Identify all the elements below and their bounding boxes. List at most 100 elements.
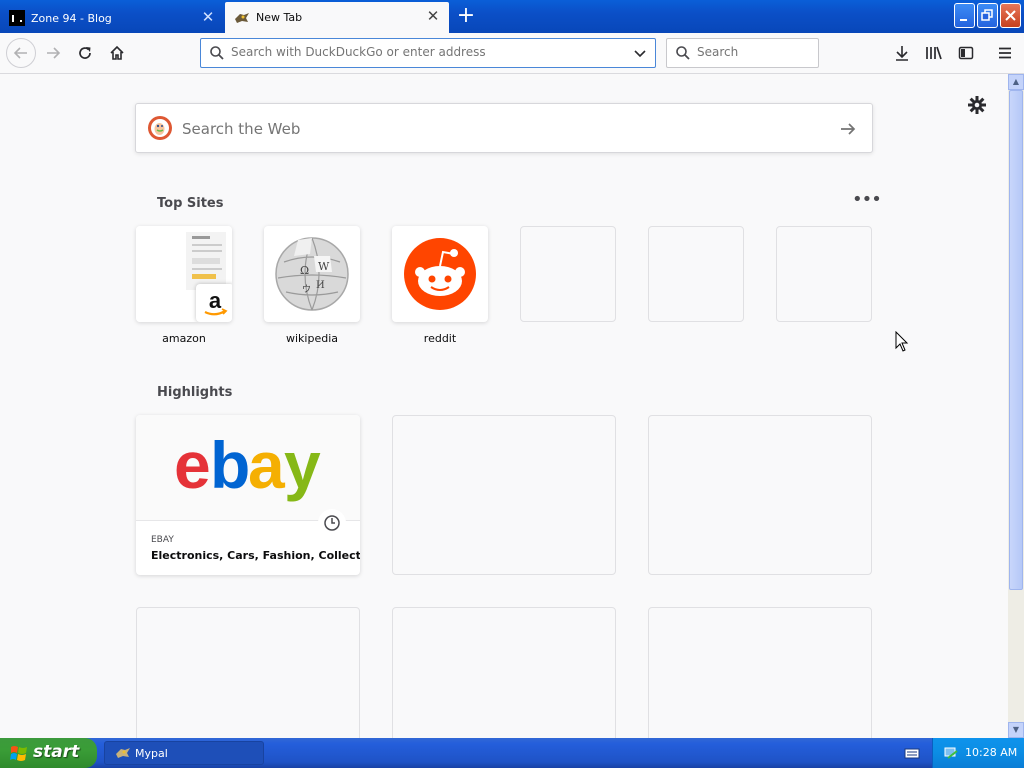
- reddit-logo-icon: [404, 238, 476, 310]
- duckduckgo-logo-icon: [148, 116, 172, 140]
- navigation-toolbar: [0, 33, 1024, 74]
- start-button[interactable]: start: [0, 738, 97, 768]
- highlight-site-name: EBAY: [151, 535, 174, 545]
- page-settings-button[interactable]: [966, 94, 988, 116]
- web-search-box[interactable]: [135, 103, 873, 153]
- forward-button[interactable]: [39, 39, 67, 67]
- wikipedia-globe-icon: Ω W И ウ: [275, 237, 349, 311]
- site-thumbnail[interactable]: a: [136, 226, 232, 322]
- top-sites-heading: Top Sites: [157, 196, 224, 211]
- gear-icon: [968, 96, 986, 114]
- close-tab-icon[interactable]: ✕: [425, 8, 441, 24]
- vertical-scrollbar[interactable]: ▲ ▼: [1008, 74, 1024, 738]
- tab-zone94-blog[interactable]: Zone 94 - Blog ✕: [0, 3, 224, 33]
- amazon-icon: a: [204, 288, 228, 316]
- more-options-icon[interactable]: •••: [852, 191, 882, 210]
- site-thumbnail[interactable]: Ω W И ウ: [264, 226, 360, 322]
- scrollbar-thumb[interactable]: [1009, 90, 1023, 590]
- top-site-amazon[interactable]: a amazon: [136, 226, 232, 345]
- scroll-up-button[interactable]: ▲: [1008, 74, 1024, 90]
- back-arrow-icon: [13, 47, 27, 59]
- svg-text:e: e: [174, 428, 209, 502]
- address-bar[interactable]: [200, 38, 656, 68]
- highlight-preview: e b a y: [136, 415, 360, 521]
- reload-button[interactable]: [71, 39, 99, 67]
- ebay-logo-icon: e b a y: [174, 428, 326, 502]
- highlight-empty-slot: [648, 415, 872, 575]
- keyboard-icon[interactable]: [904, 746, 920, 760]
- arrow-right-icon[interactable]: [838, 119, 858, 139]
- mypal-favicon-icon: [235, 12, 249, 23]
- highlight-empty-slot: [136, 607, 360, 738]
- search-input[interactable]: [697, 45, 807, 59]
- web-search-input[interactable]: [182, 120, 802, 138]
- top-site-empty-slot[interactable]: [520, 226, 616, 322]
- new-tab-page: Top Sites ••• a amazon: [0, 74, 1008, 738]
- forward-arrow-icon: [47, 47, 61, 59]
- empty-site-tile[interactable]: [520, 226, 616, 322]
- search-icon: [210, 46, 224, 60]
- close-icon: [1005, 10, 1016, 21]
- svg-text:a: a: [248, 428, 286, 502]
- mouse-cursor-icon: [895, 331, 909, 352]
- highlight-empty-slot: [392, 415, 616, 575]
- highlight-title: Electronics, Cars, Fashion, Collect...: [151, 549, 360, 562]
- library-button[interactable]: [920, 39, 948, 67]
- top-site-label: reddit: [423, 332, 457, 345]
- start-label: start: [33, 742, 80, 762]
- tab-title: Zone 94 - Blog: [31, 11, 112, 25]
- taskbar: start Mypal 10:28 AM: [0, 738, 1024, 768]
- top-site-empty-slot[interactable]: [776, 226, 872, 322]
- restore-icon: [981, 9, 993, 21]
- zone94-favicon-icon: [9, 10, 25, 26]
- address-input[interactable]: [231, 45, 621, 59]
- restore-button[interactable]: [977, 3, 998, 28]
- svg-text:W: W: [318, 260, 330, 273]
- highlight-card-ebay[interactable]: e b a y EBAY Electronics, Cars, Fashion,…: [136, 415, 360, 575]
- reload-icon: [79, 47, 91, 59]
- clock-icon: [324, 515, 340, 531]
- top-site-wikipedia[interactable]: Ω W И ウ wikipedia: [264, 226, 360, 345]
- highlights-heading: Highlights: [157, 385, 233, 400]
- downloads-button[interactable]: [888, 39, 916, 67]
- download-icon: [896, 46, 908, 61]
- minimize-button[interactable]: [954, 3, 975, 28]
- sidebar-icon: [958, 46, 974, 60]
- new-tab-button[interactable]: +: [454, 4, 478, 28]
- back-button[interactable]: [6, 38, 36, 68]
- scroll-down-button[interactable]: ▼: [1008, 722, 1024, 738]
- search-bar[interactable]: [666, 38, 819, 68]
- close-tab-icon[interactable]: ✕: [200, 9, 216, 25]
- chevron-down-icon[interactable]: [633, 47, 647, 61]
- tab-bar: Zone 94 - Blog ✕ New Tab ✕ +: [0, 0, 1024, 33]
- home-button[interactable]: [103, 39, 131, 67]
- empty-site-tile[interactable]: [648, 226, 744, 322]
- minimize-icon: [960, 19, 967, 21]
- tab-title: New Tab: [256, 11, 303, 24]
- taskbar-clock: 10:28 AM: [965, 746, 1018, 759]
- close-window-button[interactable]: [1000, 3, 1021, 28]
- history-badge: [318, 509, 346, 537]
- tab-new-tab[interactable]: New Tab ✕: [225, 2, 449, 33]
- empty-site-tile[interactable]: [776, 226, 872, 322]
- task-label: Mypal: [135, 747, 168, 760]
- highlight-empty-slot: [648, 607, 872, 738]
- svg-text:И: И: [316, 280, 325, 291]
- top-site-label: amazon: [162, 332, 206, 345]
- system-tray: 10:28 AM: [932, 738, 1024, 768]
- svg-text:y: y: [284, 428, 321, 502]
- svg-text:Ω: Ω: [300, 264, 309, 277]
- network-icon[interactable]: [943, 745, 959, 761]
- home-icon: [110, 45, 124, 60]
- sidebar-button[interactable]: [952, 39, 980, 67]
- taskbar-task-mypal[interactable]: Mypal: [104, 741, 264, 765]
- menu-button[interactable]: [991, 39, 1019, 67]
- top-site-empty-slot[interactable]: [648, 226, 744, 322]
- windows-logo-icon: [10, 746, 27, 761]
- site-thumbnail[interactable]: [392, 226, 488, 322]
- search-icon: [676, 46, 690, 60]
- svg-text:ウ: ウ: [302, 284, 311, 295]
- amazon-logo-badge: a: [196, 284, 232, 322]
- top-site-reddit[interactable]: reddit: [392, 226, 488, 345]
- mypal-app-icon: [116, 748, 130, 758]
